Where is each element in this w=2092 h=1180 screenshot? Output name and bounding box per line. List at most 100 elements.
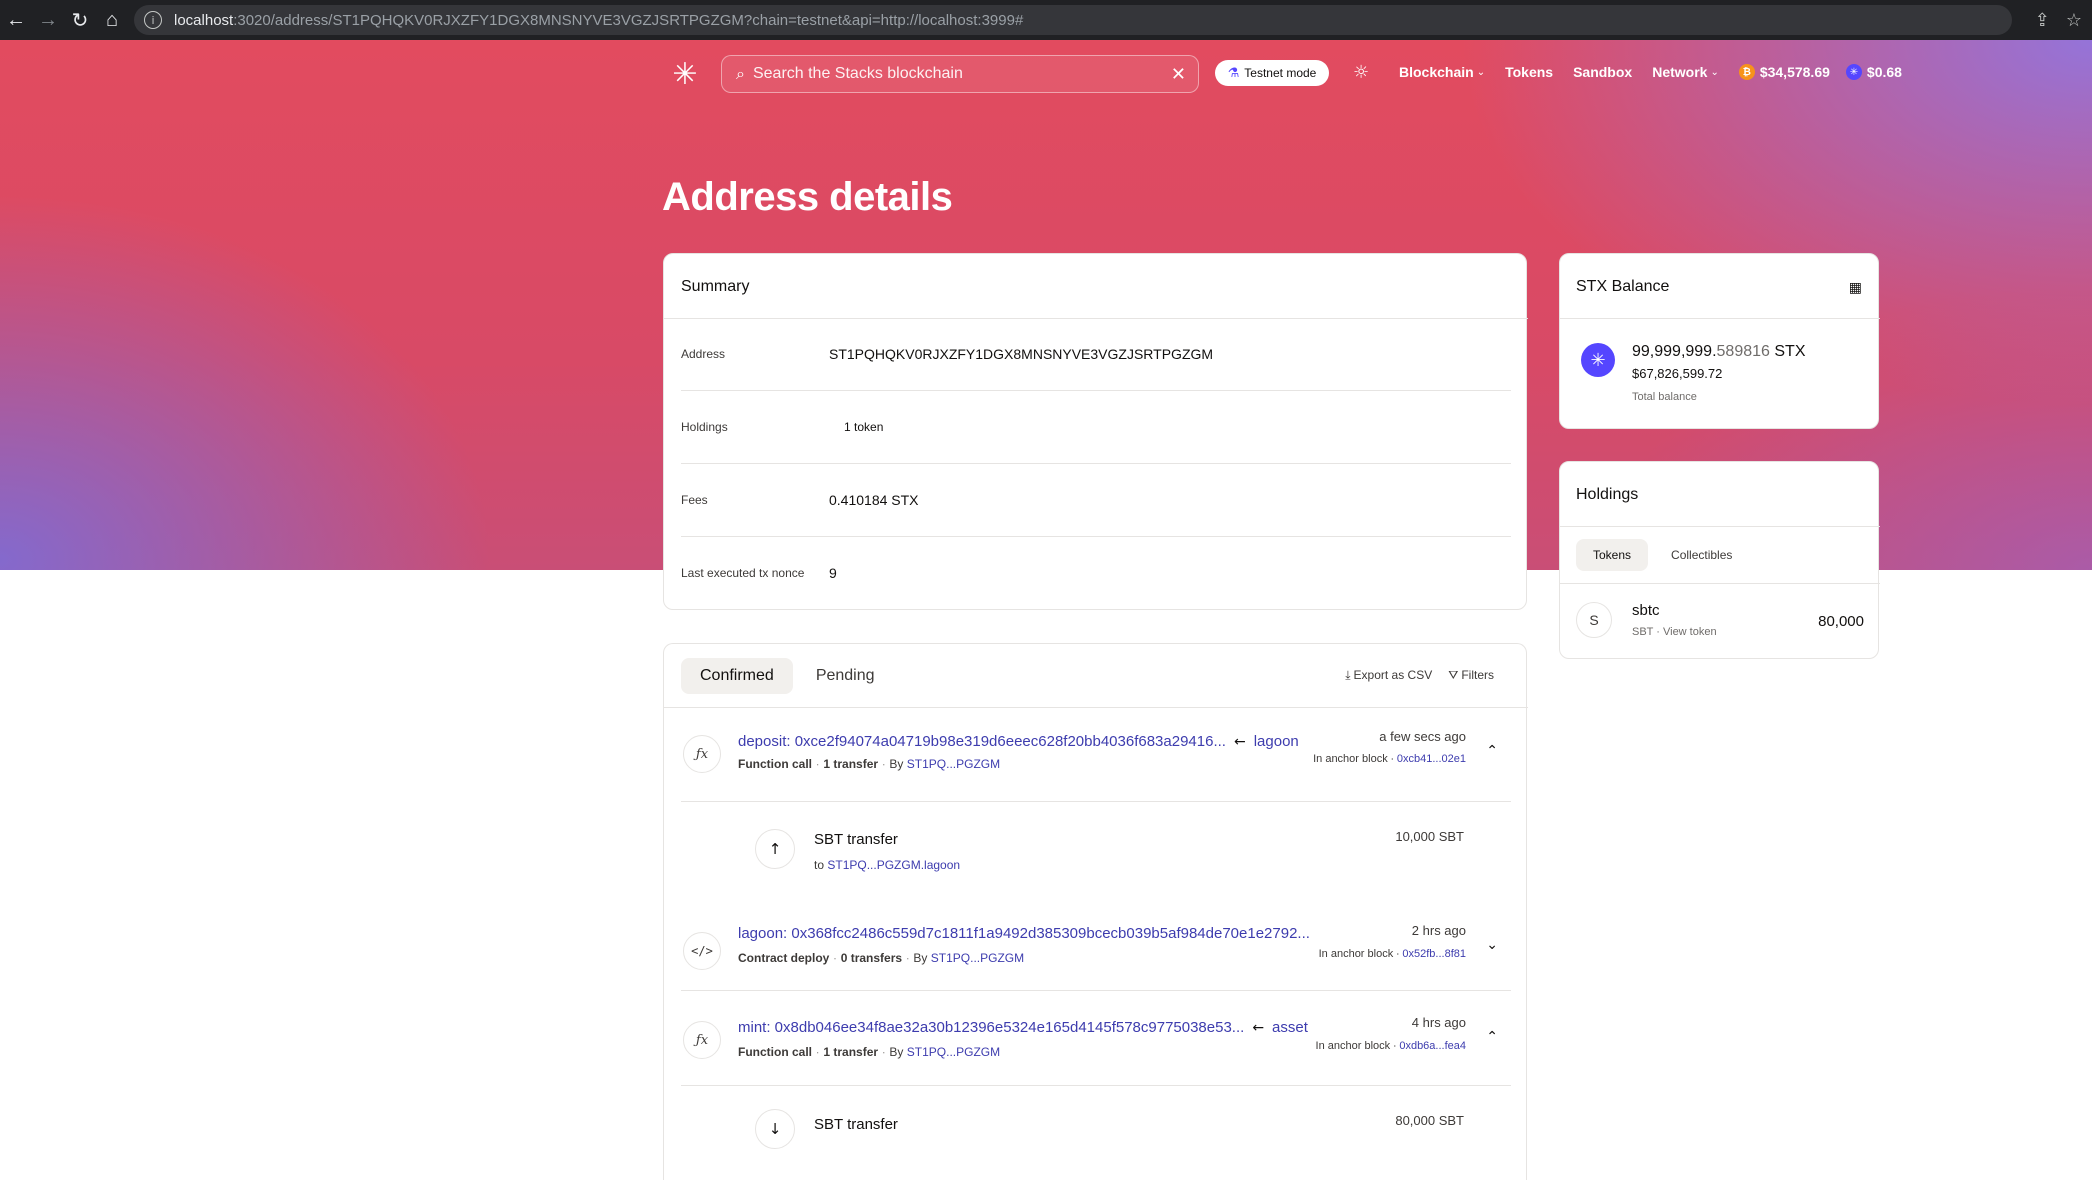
transfer-title: SBT transfer <box>814 1116 898 1133</box>
block-link[interactable]: 0xdb6a...fea4 <box>1399 1040 1466 1052</box>
tab-collectibles[interactable]: Collectibles <box>1654 539 1749 571</box>
function-icon: ƒx <box>683 735 721 773</box>
reload-icon[interactable]: ↻ <box>64 0 96 40</box>
site-info-icon[interactable]: i <box>144 11 162 29</box>
search-icon: ⌕ <box>736 64 745 83</box>
home-icon[interactable]: ⌂ <box>96 0 128 40</box>
transfer-amount: 80,000 SBT <box>1395 1113 1464 1128</box>
tx-block: In anchor block ∙ 0x52fb...8f81 <box>1318 948 1466 960</box>
tx-meta: Function call ∙ 1 transfer ∙ By ST1PQ...PGZG… <box>738 1045 1001 1059</box>
chevron-down-icon: ⌄ <box>1476 66 1486 78</box>
tx-sender-link[interactable]: ST1PQ...PGZGM <box>931 951 1024 965</box>
tab-confirmed[interactable]: Confirmed <box>681 658 793 694</box>
tx-block: In anchor block ∙ 0xdb6a...fea4 <box>1315 1040 1466 1052</box>
transfer-row: ↑ SBT transfer to ST1PQ...PGZGM.lagoon 1… <box>681 801 1511 911</box>
tx-time: 4 hrs ago <box>1411 1015 1466 1030</box>
arrow-up-icon: ↑ <box>755 829 795 869</box>
transfer-amount: 10,000 SBT <box>1395 829 1464 844</box>
address-bar[interactable]: i localhost:3020/address/ST1PQHQKV0RJXZF… <box>134 5 2012 35</box>
tx-row[interactable]: ƒx deposit: 0xce2f94074a04719b98e319d6ee… <box>681 707 1511 801</box>
summary-header: Summary <box>681 278 750 295</box>
block-link[interactable]: 0x52fb...8f81 <box>1402 948 1466 960</box>
token-name[interactable]: sbtc <box>1632 602 1660 619</box>
chevron-up-icon[interactable]: ⌃ <box>1486 1029 1498 1045</box>
transfer-recipient: to ST1PQ...PGZGM.lagoon <box>814 858 961 872</box>
holdings-card: Holdings Tokens Collectibles S sbtc SBT … <box>1559 461 1880 659</box>
back-icon[interactable]: ← <box>0 0 32 40</box>
chevron-down-icon[interactable]: ⌄ <box>1486 937 1498 953</box>
tx-title[interactable]: deposit: 0xce2f94074a04719b98e319d6eeec6… <box>738 733 1299 750</box>
transactions-card: Confirmed Pending ⤓ Export as CSV ⛛ Filter… <box>663 643 1528 1180</box>
holdings-header: Holdings <box>1576 486 1639 503</box>
summary-card: Summary Address ST1PQHQKV0RJXZFY1DGX8MNS… <box>663 253 1528 610</box>
bookmark-star-icon[interactable]: ☆ <box>2066 10 2082 31</box>
url-host: localhost <box>174 11 234 29</box>
tx-title[interactable]: mint: 0x8db046ee34f8ae32a30b12396e5324e1… <box>738 1019 1308 1036</box>
clear-icon[interactable]: ✕ <box>1171 64 1186 85</box>
stacks-icon: ✳ <box>1581 343 1615 377</box>
nonce-value: 9 <box>829 565 837 581</box>
stx-balance-card: STX Balance ▦ ✳ 99,999,999.589816 STX $6… <box>1559 253 1880 429</box>
arrow-left-icon: ← <box>1252 1020 1265 1036</box>
function-icon: ƒx <box>683 1021 721 1059</box>
export-csv-button[interactable]: ⤓ Export as CSV <box>1345 668 1432 683</box>
page-title: Address details <box>662 175 953 219</box>
qr-code-icon[interactable]: ▦ <box>1849 280 1862 296</box>
browser-toolbar: ← → ↻ ⌂ i localhost:3020/address/ST1PQHQ… <box>0 0 2092 40</box>
url-path: :3020/address/ST1PQHQKV0RJXZFY1DGX8MNSNY… <box>233 11 1024 29</box>
filter-icon: ⛛ <box>1448 668 1459 682</box>
share-icon[interactable]: ⇪ <box>2035 10 2050 31</box>
theme-toggle-icon[interactable]: ☼ <box>1353 62 1369 83</box>
stacks-icon: ✳ <box>1845 64 1862 80</box>
token-balance: 80,000 <box>1818 613 1864 630</box>
search-box[interactable]: ⌕ ✕ <box>721 55 1199 93</box>
top-navigation: ✳ ⌕ ✕ ⚗ Testnet mode ☼ Blockchain⌄ Token… <box>0 40 2092 106</box>
token-icon: S <box>1576 602 1612 638</box>
tx-meta: Contract deploy ∙ 0 transfers ∙ By ST1PQ...P… <box>738 951 1025 965</box>
tx-time: 2 hrs ago <box>1411 923 1466 938</box>
stx-price: ✳ $0.68 <box>1845 64 1902 80</box>
arrow-left-icon: ← <box>1233 734 1246 750</box>
tx-sender-link[interactable]: ST1PQ...PGZGM <box>907 757 1000 771</box>
search-input[interactable] <box>752 65 1153 83</box>
balance-header: STX Balance <box>1576 278 1670 295</box>
nav-sandbox[interactable]: Sandbox <box>1573 64 1632 80</box>
nav-blockchain[interactable]: Blockchain ⌄ <box>1399 64 1485 80</box>
tx-meta: Function call ∙ 1 transfer ∙ By ST1PQ...PGZG… <box>738 757 1001 771</box>
tx-row[interactable]: ƒx mint: 0x8db046ee34f8ae32a30b12396e532… <box>681 990 1511 1085</box>
block-link[interactable]: 0xcb41...02e1 <box>1397 753 1466 765</box>
view-token-link[interactable]: View token <box>1663 626 1717 638</box>
address-value[interactable]: ST1PQHQKV0RJXZFY1DGX8MNSNYVE3VGZJSRTPGZG… <box>829 318 1213 391</box>
divider <box>1560 526 1880 527</box>
flask-icon: ⚗ <box>1227 65 1240 81</box>
recipient-link[interactable]: ST1PQ...PGZGM.lagoon <box>827 858 960 872</box>
nav-tokens[interactable]: Tokens <box>1505 64 1553 80</box>
forward-icon[interactable]: → <box>32 0 64 40</box>
bitcoin-icon: ₿ <box>1738 64 1755 80</box>
nav-network[interactable]: Network ⌄ <box>1652 64 1719 80</box>
tx-time: a few secs ago <box>1379 729 1466 744</box>
tab-pending[interactable]: Pending <box>797 658 894 694</box>
divider <box>1560 583 1880 584</box>
filters-button[interactable]: ⛛ Filters <box>1448 668 1494 683</box>
balance-usd: $67,826,599.72 <box>1632 366 1723 381</box>
tx-sender-link[interactable]: ST1PQ...PGZGM <box>907 1045 1000 1059</box>
tx-title[interactable]: lagoon: 0x368fcc2486c559d7c1811f1a9492d3… <box>738 925 1310 942</box>
tab-tokens[interactable]: Tokens <box>1576 539 1649 571</box>
token-meta: SBT · View token <box>1632 626 1717 638</box>
summary-row-nonce: Last executed tx nonce 9 <box>681 537 1511 610</box>
transfer-title: SBT transfer <box>814 831 898 848</box>
code-icon: </> <box>683 932 721 970</box>
arrow-down-icon: ↓ <box>755 1109 795 1149</box>
stacks-logo-icon[interactable]: ✳ <box>670 60 700 90</box>
summary-row-address: Address ST1PQHQKV0RJXZFY1DGX8MNSNYVE3VGZ… <box>681 318 1511 391</box>
chevron-up-icon[interactable]: ⌃ <box>1486 743 1498 759</box>
chevron-down-icon: ⌄ <box>1710 66 1719 78</box>
testnet-mode-badge[interactable]: ⚗ Testnet mode <box>1215 60 1329 86</box>
download-icon: ⤓ <box>1345 668 1351 682</box>
fees-value: 0.410184 STX <box>829 492 919 508</box>
balance-amount: 99,999,999.589816 STX <box>1632 343 1806 360</box>
total-balance-label: Total balance <box>1632 391 1697 403</box>
summary-row-holdings: Holdings 1 token <box>681 391 1511 464</box>
testnet-label: Testnet mode <box>1244 66 1317 80</box>
